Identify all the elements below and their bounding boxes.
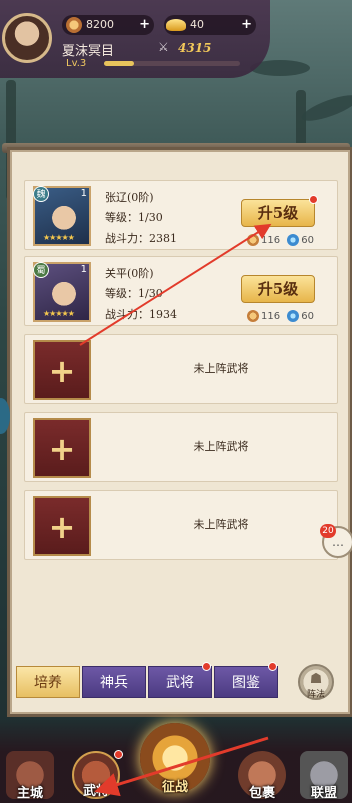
player-level: Lv.3 <box>66 58 87 69</box>
notification-dot <box>268 662 277 671</box>
empty-hero-slot[interactable]: + 未上阵武将 <box>24 412 338 482</box>
copper-coin-icon <box>247 310 259 322</box>
level-up-5-button[interactable]: 升5级 <box>241 199 315 227</box>
faction-badge: 魏 <box>33 186 49 202</box>
hero-power: 战斗力：2381 <box>105 232 177 245</box>
xp-bar-fill <box>104 61 134 66</box>
copper-coin-icon <box>66 17 82 33</box>
tab-generals[interactable]: 武将 <box>148 666 212 698</box>
exp-orb-icon <box>287 310 300 322</box>
notification-dot <box>202 662 211 671</box>
nav-bag[interactable]: 包裹 <box>238 751 286 801</box>
hero-level: 等级：1/30 <box>105 287 163 300</box>
nav-union[interactable]: 联盟 <box>300 751 348 801</box>
hero-level: 等级：1/30 <box>105 211 163 224</box>
hero-name: 关平(0阶) <box>105 267 154 280</box>
hero-face <box>47 274 81 310</box>
hero-count: 1 <box>80 188 87 199</box>
bottom-navigation: 主城 武将 征战 包裹 联盟 <box>0 718 352 803</box>
level-cost: 116 60 <box>247 310 314 322</box>
nav-generals-label: 武将 <box>82 784 109 799</box>
empty-hero-slot[interactable]: + 未上阵武将 <box>24 334 338 404</box>
nav-battle-label: 征战 <box>161 780 188 795</box>
xp-bar <box>104 61 240 66</box>
crossed-swords-icon: ⚔ <box>158 40 169 54</box>
empty-slot-label: 未上阵武将 <box>193 362 249 375</box>
faction-badge: 蜀 <box>33 262 49 278</box>
level-up-5-button[interactable]: 升5级 <box>241 275 315 303</box>
combat-power: 4315 <box>178 41 212 55</box>
hero-slot[interactable]: 魏 1 ★★★★★ 张辽(0阶) 等级：1/30 战斗力：2381 升5级 11… <box>24 180 338 250</box>
cost-exp: 60 <box>301 235 315 246</box>
cost-copper: 116 <box>261 235 281 246</box>
exp-orb-icon <box>287 234 300 246</box>
nav-generals[interactable]: 武将 <box>72 751 120 799</box>
formation-button[interactable]: ☗ 阵法 <box>298 664 334 700</box>
nav-battle[interactable]: 征战 <box>140 723 210 795</box>
hero-slot[interactable]: 蜀 1 ★★★★★ 关平(0阶) 等级：1/30 战斗力：1934 升5级 11… <box>24 256 338 326</box>
star-rating-icon: ★★★★★ <box>43 309 75 318</box>
tab-train[interactable]: 培养 <box>16 666 80 698</box>
star-rating-icon: ★★★★★ <box>43 233 75 242</box>
hero-power: 战斗力：1934 <box>105 308 177 321</box>
empty-slot-label: 未上阵武将 <box>193 518 249 531</box>
add-ingot-button[interactable]: + <box>241 15 252 35</box>
player-avatar[interactable] <box>2 13 52 63</box>
copper-resource: 8200 + <box>62 15 154 35</box>
bamboo-leaf-decoration <box>299 90 352 126</box>
side-menu-handle[interactable] <box>0 398 10 434</box>
add-copper-button[interactable]: + <box>139 15 150 35</box>
chat-bubble-icon: … <box>332 535 344 549</box>
cost-copper: 116 <box>261 311 281 322</box>
copper-amount: 8200 <box>86 18 114 31</box>
nav-bag-label: 包裹 <box>248 786 275 801</box>
level-cost: 116 60 <box>247 234 314 246</box>
chat-unread-badge: 20 <box>320 524 336 538</box>
player-name: 夏沫冥目 <box>62 44 115 59</box>
gold-ingot-icon <box>166 19 186 31</box>
copper-coin-icon <box>247 234 259 246</box>
formation-label: 阵法 <box>306 690 325 700</box>
hero-portrait[interactable]: 魏 1 ★★★★★ <box>33 186 91 246</box>
ingot-resource: 40 + <box>164 15 256 35</box>
formation-icon: ☗ <box>309 671 323 687</box>
nav-home[interactable]: 主城 <box>6 751 54 801</box>
cost-exp: 60 <box>301 311 315 322</box>
nav-union-label: 联盟 <box>310 786 337 801</box>
hero-name: 张辽(0阶) <box>105 191 154 204</box>
notification-dot <box>309 195 318 204</box>
hero-face <box>47 198 81 234</box>
hero-count: 1 <box>80 264 87 275</box>
notification-dot <box>114 750 123 759</box>
empty-hero-slot[interactable]: + 未上阵武将 <box>24 490 338 560</box>
tab-codex[interactable]: 图鉴 <box>214 666 278 698</box>
nav-home-label: 主城 <box>16 786 43 801</box>
hero-portrait[interactable]: 蜀 1 ★★★★★ <box>33 262 91 322</box>
ingot-amount: 40 <box>190 18 204 31</box>
tab-divine-weapon[interactable]: 神兵 <box>82 666 146 698</box>
empty-slot-label: 未上阵武将 <box>193 440 249 453</box>
